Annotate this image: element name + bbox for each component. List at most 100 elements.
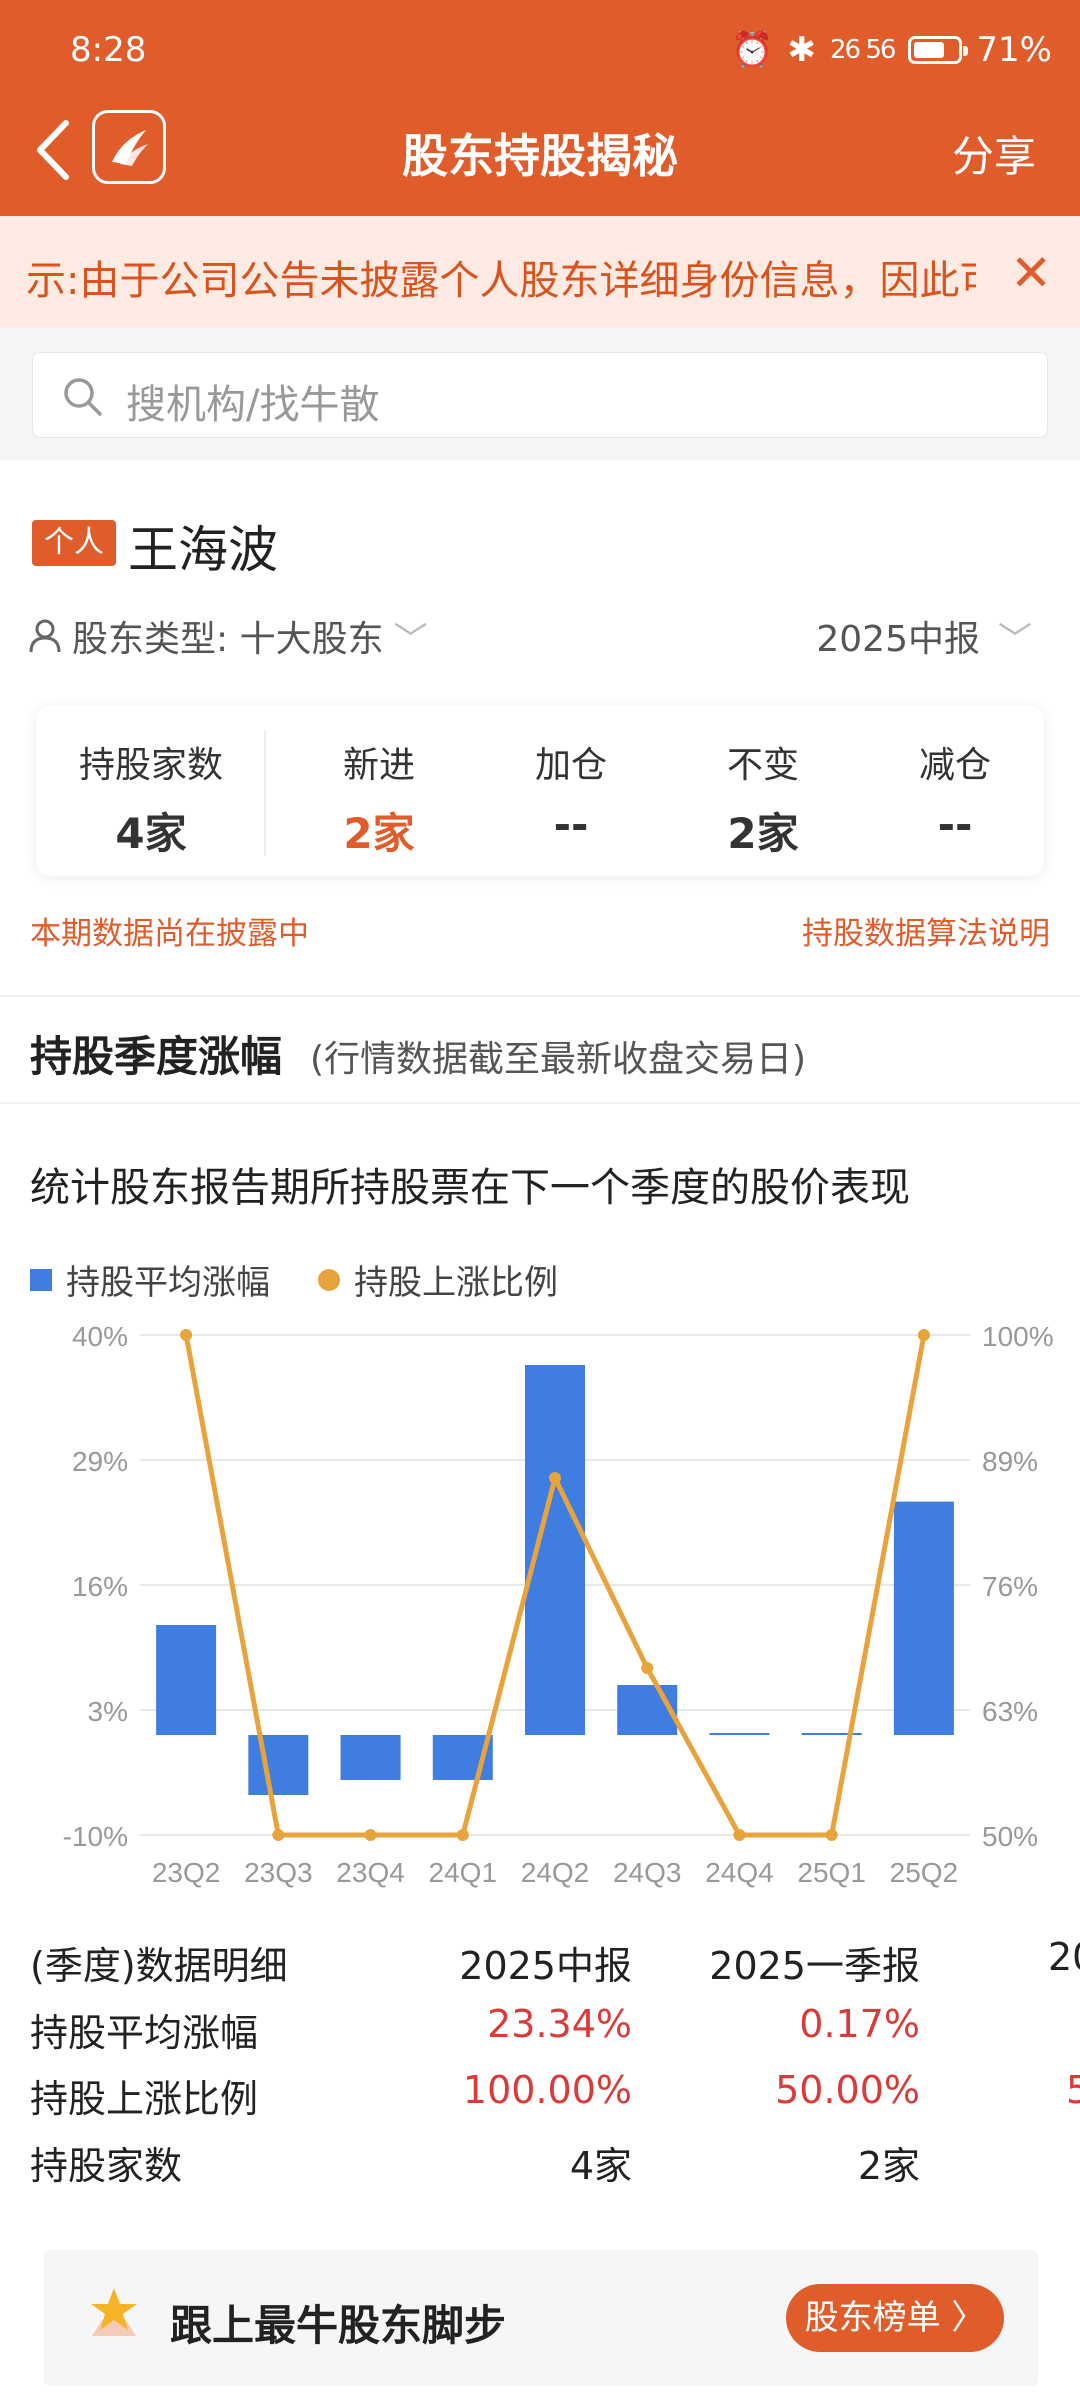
person-icon <box>29 619 61 653</box>
legend-bar-swatch <box>30 1268 52 1291</box>
quarterly-gain-chart: 40% 100% 29% 89% 16% 76% 3% 63% -10% 50% 23Q2 23Q3 2… <box>63 1321 1054 1888</box>
stat-label: 减仓 <box>918 745 991 786</box>
table-header-col: 2025中报 <box>459 1944 632 1988</box>
table-cell: 2家 <box>857 2144 920 2188</box>
line-point <box>180 1329 193 1341</box>
signal-icon: 26 56 <box>829 35 896 65</box>
period-label: 2025中报 <box>816 619 980 660</box>
table-header-col: 20 <box>1048 1935 1080 1979</box>
x-axis-tick-label: 23Q2 <box>152 1857 221 1888</box>
battery-icon <box>908 36 969 64</box>
holder-type-label: 股东类型: 十大股东 <box>72 619 384 660</box>
stat-total[interactable]: 持股家数 4家 <box>66 736 236 861</box>
x-axis-tick-label: 23Q4 <box>336 1857 405 1888</box>
notice-bar: 示:由于公司公告未披露个人股东详细身份信息，因此可 ✕ <box>0 216 1080 328</box>
divider <box>264 730 266 856</box>
stat-decrease[interactable]: 减仓 -- <box>880 736 1030 849</box>
left-axis-tick-label: 40% <box>72 1321 128 1352</box>
holding-stats-card: 持股家数 4家 新进 2家 加仓 -- 不变 2家 减仓 -- <box>36 706 1044 876</box>
line-point <box>549 1472 561 1484</box>
stat-value: 2家 <box>727 809 799 858</box>
notice-text: 示:由于公司公告未披露个人股东详细身份信息，因此可 <box>26 258 976 304</box>
chevron-down-icon: ﹀ <box>393 619 428 660</box>
left-axis-tick-label: 29% <box>72 1446 128 1477</box>
stat-increase[interactable]: 加仓 -- <box>496 736 646 849</box>
table-header-col: 2025一季报 <box>709 1944 920 1988</box>
star-trophy-icon <box>91 2288 137 2336</box>
bar <box>709 1733 770 1735</box>
table-row-label: 持股上涨比例 <box>30 2077 259 2121</box>
section-description: 统计股东报告期所持股票在下一个季度的股价表现 <box>30 1165 910 1211</box>
stat-label: 新进 <box>342 745 415 786</box>
right-axis-tick-label: 89% <box>982 1446 1038 1477</box>
line-point <box>456 1829 469 1841</box>
stat-value: 4家 <box>115 809 187 858</box>
line-point <box>825 1829 838 1841</box>
stat-label: 持股家数 <box>78 745 223 786</box>
section-title: 持股季度涨幅 <box>30 1032 283 1081</box>
status-time: 8:28 <box>70 30 147 70</box>
stat-value: -- <box>553 800 589 849</box>
table-cell: 50.00% <box>775 2068 920 2112</box>
disclosing-notice: 本期数据尚在披露中 <box>30 916 309 952</box>
legend-line-swatch <box>318 1268 340 1291</box>
share-button[interactable]: 分享 <box>952 123 1036 184</box>
line-point <box>272 1829 285 1841</box>
right-axis-tick-label: 50% <box>982 1821 1038 1852</box>
period-selector[interactable]: 2025中报 ﹀ <box>816 610 1032 662</box>
table-row-label: 持股平均涨幅 <box>30 2011 259 2055</box>
chevron-down-icon: ﹀ <box>998 619 1032 660</box>
line-point <box>641 1662 654 1674</box>
divider <box>0 1102 1080 1104</box>
bar <box>156 1625 217 1735</box>
battery-percent: 71% <box>976 30 1052 70</box>
algorithm-link[interactable]: 持股数据算法说明 <box>802 908 1050 953</box>
status-bar-icons: ⏰ ✱ 26 56 71% <box>731 30 1052 70</box>
stat-label: 加仓 <box>534 745 607 786</box>
legend-line-label: 持股上涨比例 <box>354 1263 558 1303</box>
alarm-icon: ⏰ <box>731 30 774 70</box>
right-axis-tick-label: 63% <box>982 1696 1038 1727</box>
line-point <box>917 1329 930 1341</box>
bar <box>893 1501 954 1735</box>
stat-label: 不变 <box>726 745 799 786</box>
x-axis-tick-label: 24Q4 <box>705 1857 774 1888</box>
table-cell: 4家 <box>569 2144 632 2188</box>
table-header-label: (季度)数据明细 <box>30 1944 288 1988</box>
table-cell: 5 <box>1066 2068 1080 2112</box>
x-axis-tick-label: 25Q2 <box>890 1857 959 1888</box>
stat-value: 2家 <box>343 809 415 858</box>
close-icon[interactable]: ✕ <box>1010 244 1052 302</box>
left-axis-tick-label: -10% <box>63 1821 128 1852</box>
page-title: 股东持股揭秘 <box>402 129 678 183</box>
line-point <box>733 1829 746 1841</box>
table-cell: 100.00% <box>462 2068 632 2112</box>
x-axis-tick-label: 23Q3 <box>244 1857 313 1888</box>
bar <box>248 1735 309 1795</box>
x-axis-tick-label: 24Q3 <box>613 1857 682 1888</box>
x-axis-tick-label: 24Q1 <box>429 1857 498 1888</box>
promo-text: 跟上最牛股东脚步 <box>170 2301 507 2350</box>
table-cell: 0.17% <box>799 2002 920 2046</box>
bluetooth-icon: ✱ <box>787 30 816 70</box>
holder-type-selector[interactable]: 股东类型: 十大股东 ﹀ <box>28 610 428 662</box>
table-cell: 23.34% <box>487 2002 632 2046</box>
stat-unchanged[interactable]: 不变 2家 <box>688 736 838 861</box>
right-axis-tick-label: 76% <box>982 1571 1038 1602</box>
section-subtitle: (行情数据截至最新收盘交易日) <box>310 1039 807 1080</box>
divider <box>0 995 1080 997</box>
shareholder-ranking-button[interactable]: 股东榜单 〉 <box>786 2284 1004 2352</box>
stat-new[interactable]: 新进 2家 <box>304 736 454 861</box>
right-axis-tick-label: 100% <box>982 1321 1054 1352</box>
left-axis-tick-label: 3% <box>88 1696 128 1727</box>
x-axis-tick-label: 24Q2 <box>521 1857 590 1888</box>
left-axis-tick-label: 16% <box>72 1571 128 1602</box>
stat-value: -- <box>937 800 973 849</box>
chart-legend: 持股平均涨幅 持股上涨比例 <box>30 1255 558 1304</box>
legend-bar-label: 持股平均涨幅 <box>66 1263 270 1303</box>
bar <box>340 1735 401 1780</box>
search-placeholder: 搜机构/找牛散 <box>126 382 380 428</box>
holder-name: 王海波 <box>128 521 278 579</box>
line-point <box>364 1829 377 1841</box>
x-axis-tick-label: 25Q1 <box>797 1857 866 1888</box>
